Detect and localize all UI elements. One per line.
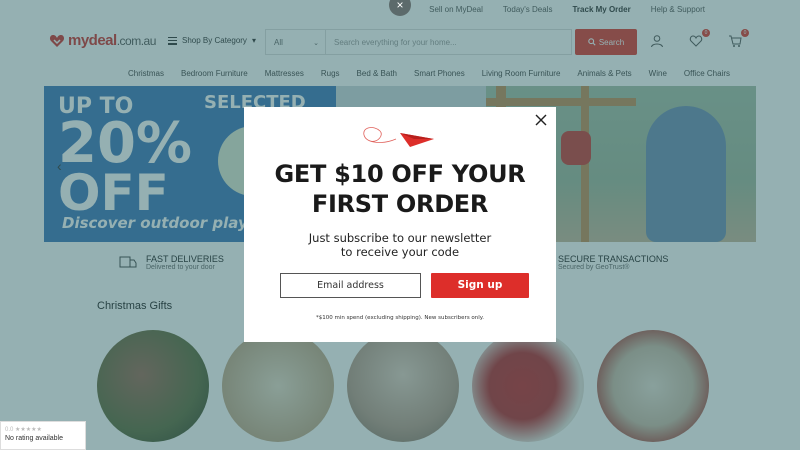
modal-subtext-line-1: Just subscribe to our newsletter <box>308 231 492 245</box>
newsletter-modal: GET $10 OFF YOUR FIRST ORDER Just subscr… <box>244 107 556 342</box>
paper-plane-icon <box>363 127 434 147</box>
modal-headline-line-1: GET $10 OFF YOUR <box>274 160 526 188</box>
modal-headline-line-2: FIRST ORDER <box>311 190 489 218</box>
modal-subtext-line-2: to receive your code <box>340 245 460 259</box>
email-field[interactable]: Email address <box>280 273 421 298</box>
modal-headline: GET $10 OFF YOUR FIRST ORDER <box>244 159 556 219</box>
sign-up-button[interactable]: Sign up <box>431 273 529 298</box>
star-rating-icon: 0.0 ★★★★★ <box>5 427 42 433</box>
fine-print: *$100 min spend (excluding shipping). Ne… <box>315 315 485 321</box>
rating-text: No rating available <box>5 435 63 442</box>
close-icon[interactable] <box>534 113 548 127</box>
modal-subtext: Just subscribe to our newsletter to rece… <box>244 231 556 259</box>
rating-widget[interactable]: 0.0 ★★★★★ No rating available <box>0 421 86 450</box>
